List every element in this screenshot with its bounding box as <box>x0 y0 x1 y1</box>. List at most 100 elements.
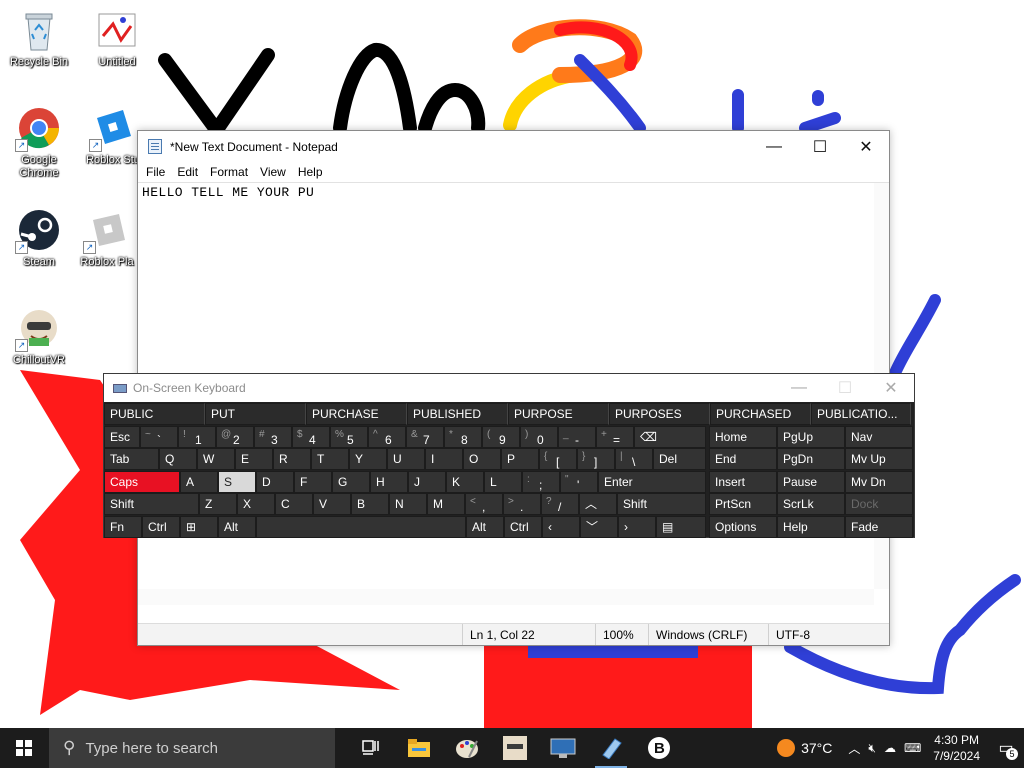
key-zsym-0[interactable]: <, <box>465 493 503 516</box>
key-x[interactable]: X <box>237 493 275 516</box>
keyboard-tray-icon[interactable]: ⌨ <box>904 741 921 755</box>
key-num-2[interactable]: @2 <box>216 426 254 448</box>
key-bracket-0[interactable]: {[ <box>539 448 577 471</box>
key-bracket-2[interactable]: | \ <box>615 448 653 471</box>
on-screen-keyboard-window[interactable]: On-Screen Keyboard — ☐ ✕ PUBLIC PUT PURCHA… <box>103 373 915 538</box>
key-w[interactable]: W <box>197 448 235 471</box>
prediction-2[interactable]: PUT <box>205 403 306 425</box>
key-tab[interactable]: Tab <box>104 448 159 471</box>
taskbar-notepad[interactable] <box>587 728 635 768</box>
key-esc[interactable]: Esc <box>104 426 140 448</box>
key-m[interactable]: M <box>427 493 465 516</box>
menu-file[interactable]: File <box>140 165 171 179</box>
key-q[interactable]: Q <box>159 448 197 471</box>
key-end[interactable]: End <box>709 448 777 471</box>
key-num-9[interactable]: (9 <box>482 426 520 448</box>
key-alt-left[interactable]: Alt <box>218 515 256 538</box>
key-bracket-1[interactable]: }] <box>577 448 615 471</box>
key-pgdn[interactable]: PgDn <box>777 448 845 471</box>
key-num-10[interactable]: ) 0 <box>520 426 558 448</box>
taskbar-chilloutvr[interactable] <box>491 728 539 768</box>
prediction-1[interactable]: PUBLIC <box>104 403 205 425</box>
key-options[interactable]: Options <box>709 515 777 538</box>
key-alt-right[interactable]: Alt <box>466 515 504 538</box>
prediction-6[interactable]: PURPOSES <box>609 403 710 425</box>
prediction-3[interactable]: PURCHASE <box>306 403 407 425</box>
menu-help[interactable]: Help <box>292 165 329 179</box>
key-mvdn[interactable]: Mv Dn <box>845 470 913 493</box>
key-h[interactable]: H <box>370 470 408 493</box>
weather-sun-icon[interactable] <box>777 739 796 757</box>
key-shift-left[interactable]: Shift <box>104 493 199 516</box>
key-num-5[interactable]: % 5 <box>330 426 368 448</box>
prediction-5[interactable]: PURPOSE <box>508 403 609 425</box>
desktop-icon-untitled[interactable]: Untitled <box>85 6 149 69</box>
horizontal-scrollbar[interactable] <box>138 589 874 605</box>
key-num-4[interactable]: $4 <box>292 426 330 448</box>
key-s[interactable]: S <box>218 470 256 493</box>
key-n[interactable]: N <box>389 493 427 516</box>
minimize-button[interactable]: — <box>751 131 797 162</box>
key-b[interactable]: B <box>351 493 389 516</box>
desktop-icon-steam[interactable]: ↗ Steam <box>7 206 71 269</box>
close-button[interactable]: ✕ <box>843 131 889 162</box>
osk-maximize-button[interactable]: ☐ <box>822 374 868 402</box>
key-arrow-down[interactable]: ﹀ <box>580 515 618 538</box>
taskbar-file-explorer[interactable] <box>395 728 443 768</box>
key-y[interactable]: Y <box>349 448 387 471</box>
key-pause[interactable]: Pause <box>777 470 845 493</box>
document-text[interactable]: HELLO TELL ME YOUR PU <box>138 183 889 202</box>
menu-format[interactable]: Format <box>204 165 254 179</box>
key-pgup[interactable]: PgUp <box>777 426 845 448</box>
key-l[interactable]: L <box>484 470 522 493</box>
clock[interactable]: 4:30 PM 7/9/2024 <box>925 732 988 764</box>
key-num-6[interactable]: ^ 6 <box>368 426 406 448</box>
key-o[interactable]: O <box>463 448 501 471</box>
menu-view[interactable]: View <box>254 165 292 179</box>
notepad-titlebar[interactable]: *New Text Document - Notepad — ☐ ✕ <box>138 131 889 162</box>
weather-temperature[interactable]: 37°C <box>801 740 832 756</box>
key-backspace[interactable]: ⌫ <box>634 426 706 448</box>
key-z[interactable]: Z <box>199 493 237 516</box>
task-view-button[interactable] <box>347 728 395 768</box>
osk-minimize-button[interactable]: — <box>776 374 822 402</box>
key-nav[interactable]: Nav <box>845 426 913 448</box>
desktop-icon-roblox-studio[interactable]: ↗ Roblox Stu <box>85 104 141 167</box>
key-windows[interactable]: ⊞ <box>180 515 218 538</box>
key-g[interactable]: G <box>332 470 370 493</box>
key-scrlk[interactable]: ScrLk <box>777 493 845 516</box>
key-c[interactable]: C <box>275 493 313 516</box>
notifications-button[interactable]: ▭ 5 <box>988 738 1024 760</box>
taskbar-search-box[interactable]: ⚲ Type here to search <box>49 728 335 768</box>
desktop-icon-recycle-bin[interactable]: Recycle Bin <box>7 6 71 69</box>
desktop-icon-google-chrome[interactable]: ↗ Google Chrome <box>7 104 71 180</box>
key-caps[interactable]: Caps <box>104 470 180 493</box>
key-num-8[interactable]: * 8 <box>444 426 482 448</box>
key-k[interactable]: K <box>446 470 484 493</box>
key-t[interactable]: T <box>311 448 349 471</box>
key-num-7[interactable]: & 7 <box>406 426 444 448</box>
key-num-1[interactable]: ! 1 <box>178 426 216 448</box>
key-a[interactable]: A <box>180 470 218 493</box>
key-v[interactable]: V <box>313 493 351 516</box>
key-help[interactable]: Help <box>777 515 845 538</box>
key-zsym-1[interactable]: >. <box>503 493 541 516</box>
taskbar-paint[interactable] <box>443 728 491 768</box>
key-mvup[interactable]: Mv Up <box>845 448 913 471</box>
key-j[interactable]: J <box>408 470 446 493</box>
key-p[interactable]: P <box>501 448 539 471</box>
key-menu[interactable]: ▤ <box>656 515 706 538</box>
key-arrow-right[interactable]: › <box>618 515 656 538</box>
desktop-icon-chilloutvr[interactable]: ↗ ChilloutVR <box>7 304 71 367</box>
prediction-8[interactable]: PUBLICATIO... <box>811 403 911 425</box>
onedrive-icon[interactable]: ☁ <box>884 741 896 755</box>
osk-close-button[interactable]: ✕ <box>868 374 914 402</box>
key-f[interactable]: F <box>294 470 332 493</box>
osk-titlebar[interactable]: On-Screen Keyboard — ☐ ✕ <box>104 374 914 402</box>
key-ctrl-right[interactable]: Ctrl <box>504 515 542 538</box>
taskbar-b-app[interactable]: B <box>635 728 683 768</box>
key-arrow-left[interactable]: ‹ <box>542 515 580 538</box>
key-dock[interactable]: Dock <box>845 493 913 516</box>
key-enter[interactable]: Enter <box>598 470 706 493</box>
key-num-11[interactable]: _ - <box>558 426 596 448</box>
